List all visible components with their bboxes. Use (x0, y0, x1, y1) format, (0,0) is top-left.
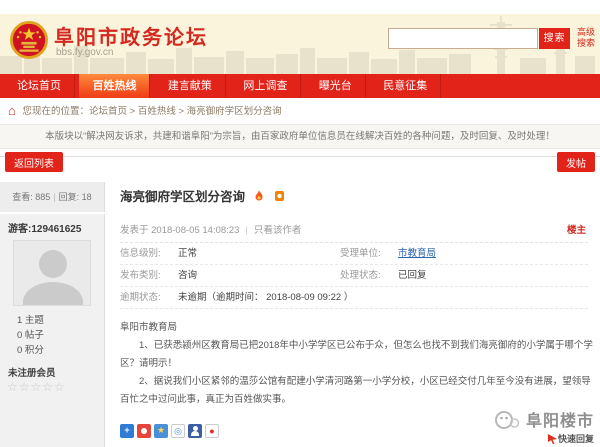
author-sidebar: 游客:129461625 1 主题 0 帖子 0 积分 未注册会员 ☆☆☆☆☆ (0, 214, 105, 447)
stats-separator: | (53, 192, 55, 202)
search-button[interactable]: 搜索 (539, 28, 570, 49)
info-overdue-value: 未逾期（逾期时间： 2018-08-09 09:22 ） (178, 292, 353, 303)
author-name[interactable]: 游客:129461625 (0, 214, 104, 238)
advanced-search-line2: 搜索 (576, 38, 596, 49)
info-level: 信息级别:正常 (120, 243, 340, 264)
avatar-head-shape (39, 250, 67, 278)
watermark-brand: 阜阳楼市 (526, 413, 594, 430)
view-author-only-link[interactable]: 只看该作者 (254, 225, 302, 236)
views-count: 查看: 885 (12, 192, 50, 202)
thread-title: 海亮御府学区划分咨询 (120, 190, 245, 204)
share-pin-icon[interactable]: ● (205, 424, 219, 438)
site-url: bbs.fy.gov.cn (56, 47, 113, 58)
replies-count: 回复: 18 (59, 192, 92, 202)
info-status-value: 已回复 (398, 270, 427, 281)
post-salutation: 阜阳市教育局 (120, 319, 598, 337)
watermark-logo-icon (494, 417, 524, 434)
digest-badge-icon (274, 190, 285, 202)
nav-item-online-survey[interactable]: 网上调查 (230, 74, 301, 98)
info-overdue: 逾期状态:未逾期（逾期时间： 2018-08-09 09:22 ） (120, 287, 588, 308)
author-posts: 0 帖子 (17, 328, 104, 343)
watermark: 阜阳楼市 快速回复 (494, 407, 594, 445)
thread-stats: 查看: 885| 回复: 18 (0, 182, 105, 212)
site-title: 阜阳市政务论坛 (54, 21, 208, 50)
quick-reply-label: 快速回复 (558, 434, 594, 444)
share-weibo-icon[interactable] (137, 424, 151, 438)
post-paragraph-2: 2、据说我们小区紧邻的温莎公馆有配建小学清河路第一小学分校，小区已经交付几年至今… (120, 373, 598, 409)
info-level-value: 正常 (178, 248, 197, 259)
info-unit: 受理单位:市教育局 (340, 243, 560, 264)
home-icon: ⌂ (8, 103, 16, 118)
breadcrumb-prefix: 您现在的位置： (23, 106, 90, 117)
info-category-value: 咨询 (178, 270, 197, 281)
avatar-torso-shape (23, 282, 83, 306)
share-qzone-icon[interactable]: ◎ (171, 424, 185, 438)
info-unit-label: 受理单位: (340, 243, 398, 264)
info-unit-link[interactable]: 市教育局 (398, 248, 436, 259)
share-favorite-icon[interactable]: ★ (154, 424, 168, 438)
share-more-icon[interactable]: + (120, 424, 134, 438)
nav-item-forum-home[interactable]: 论坛首页 (4, 74, 75, 98)
author-level: 未注册会员 (8, 365, 104, 379)
info-overdue-label: 逾期状态: (120, 287, 178, 308)
hot-flame-icon (254, 190, 264, 202)
forum-page: 阜阳市政务论坛 bbs.fy.gov.cn 搜索 高级 搜索 论坛首页 百姓热线… (0, 0, 600, 447)
thread-header-row: 查看: 885| 回复: 18 海亮御府学区划分咨询 (0, 182, 600, 212)
back-to-list-button[interactable]: 返回列表 (5, 152, 63, 172)
post-paragraph-1: 1、已获悉颍州区教育局已把2018年中小学学区已公布于众，但怎么也找不到我们海亮… (120, 337, 598, 373)
author-star-rating: ☆☆☆☆☆ (7, 380, 104, 394)
national-emblem-icon (10, 21, 48, 64)
post-date: 发表于 2018-08-05 14:08:23 (120, 225, 239, 236)
thread-toolbar: 返回列表 发帖 (0, 149, 600, 182)
author-points: 0 积分 (17, 343, 104, 358)
nav-item-citizen-hotline[interactable]: 百姓热线 (79, 74, 150, 98)
advanced-search-link[interactable]: 高级 搜索 (576, 27, 596, 49)
new-post-button[interactable]: 发帖 (557, 152, 595, 172)
author-stats: 1 主题 0 帖子 0 积分 (17, 313, 104, 358)
post-body: 阜阳市教育局 1、已获悉颍州区教育局已把2018年中小学学区已公布于众，但怎么也… (120, 319, 598, 409)
watermark-brand-line: 阜阳楼市 (494, 407, 594, 435)
main-nav: 论坛首页 百姓热线 建言献策 网上调查 曝光台 民意征集 (0, 74, 600, 98)
meta-separator: | (245, 225, 247, 236)
info-status-label: 处理状态: (340, 265, 398, 286)
floor-label[interactable]: 楼主 (567, 222, 586, 236)
info-category: 发布类别:咨询 (120, 265, 340, 286)
advanced-search-line1: 高级 (576, 27, 596, 38)
info-row-3: 逾期状态:未逾期（逾期时间： 2018-08-09 09:22 ） (120, 287, 588, 309)
cursor-arrow-icon (548, 434, 557, 444)
info-level-label: 信息级别: (120, 243, 178, 264)
site-header: 阜阳市政务论坛 bbs.fy.gov.cn 搜索 高级 搜索 (0, 14, 600, 74)
info-row-2: 发布类别:咨询 处理状态:已回复 (120, 265, 588, 287)
author-topics: 1 主题 (17, 313, 104, 328)
nav-item-suggestions[interactable]: 建言献策 (155, 74, 226, 98)
search-input[interactable] (388, 28, 538, 49)
avatar (13, 240, 91, 306)
info-category-label: 发布类别: (120, 265, 178, 286)
nav-item-opinion-collection[interactable]: 民意征集 (370, 74, 441, 98)
post-meta: 发表于 2018-08-05 14:08:23 | 只看该作者 楼主 (120, 222, 588, 243)
breadcrumb-path[interactable]: 论坛首页 > 百姓热线 > 海亮御府学区划分咨询 (89, 106, 282, 117)
breadcrumb: ⌂ 您现在的位置：论坛首页 > 百姓热线 > 海亮御府学区划分咨询 (0, 98, 600, 124)
info-row-1: 信息级别:正常 受理单位:市教育局 (120, 243, 588, 265)
board-notice: 本版块以“解决网友诉求，共建和谐阜阳”为宗旨，由百家政府单位信息员在线解决百姓的… (0, 124, 600, 149)
nav-item-exposure[interactable]: 曝光台 (306, 74, 366, 98)
info-status: 处理状态:已回复 (340, 265, 560, 286)
share-renren-icon[interactable] (188, 424, 202, 438)
thread-title-cell: 海亮御府学区划分咨询 (106, 182, 600, 212)
